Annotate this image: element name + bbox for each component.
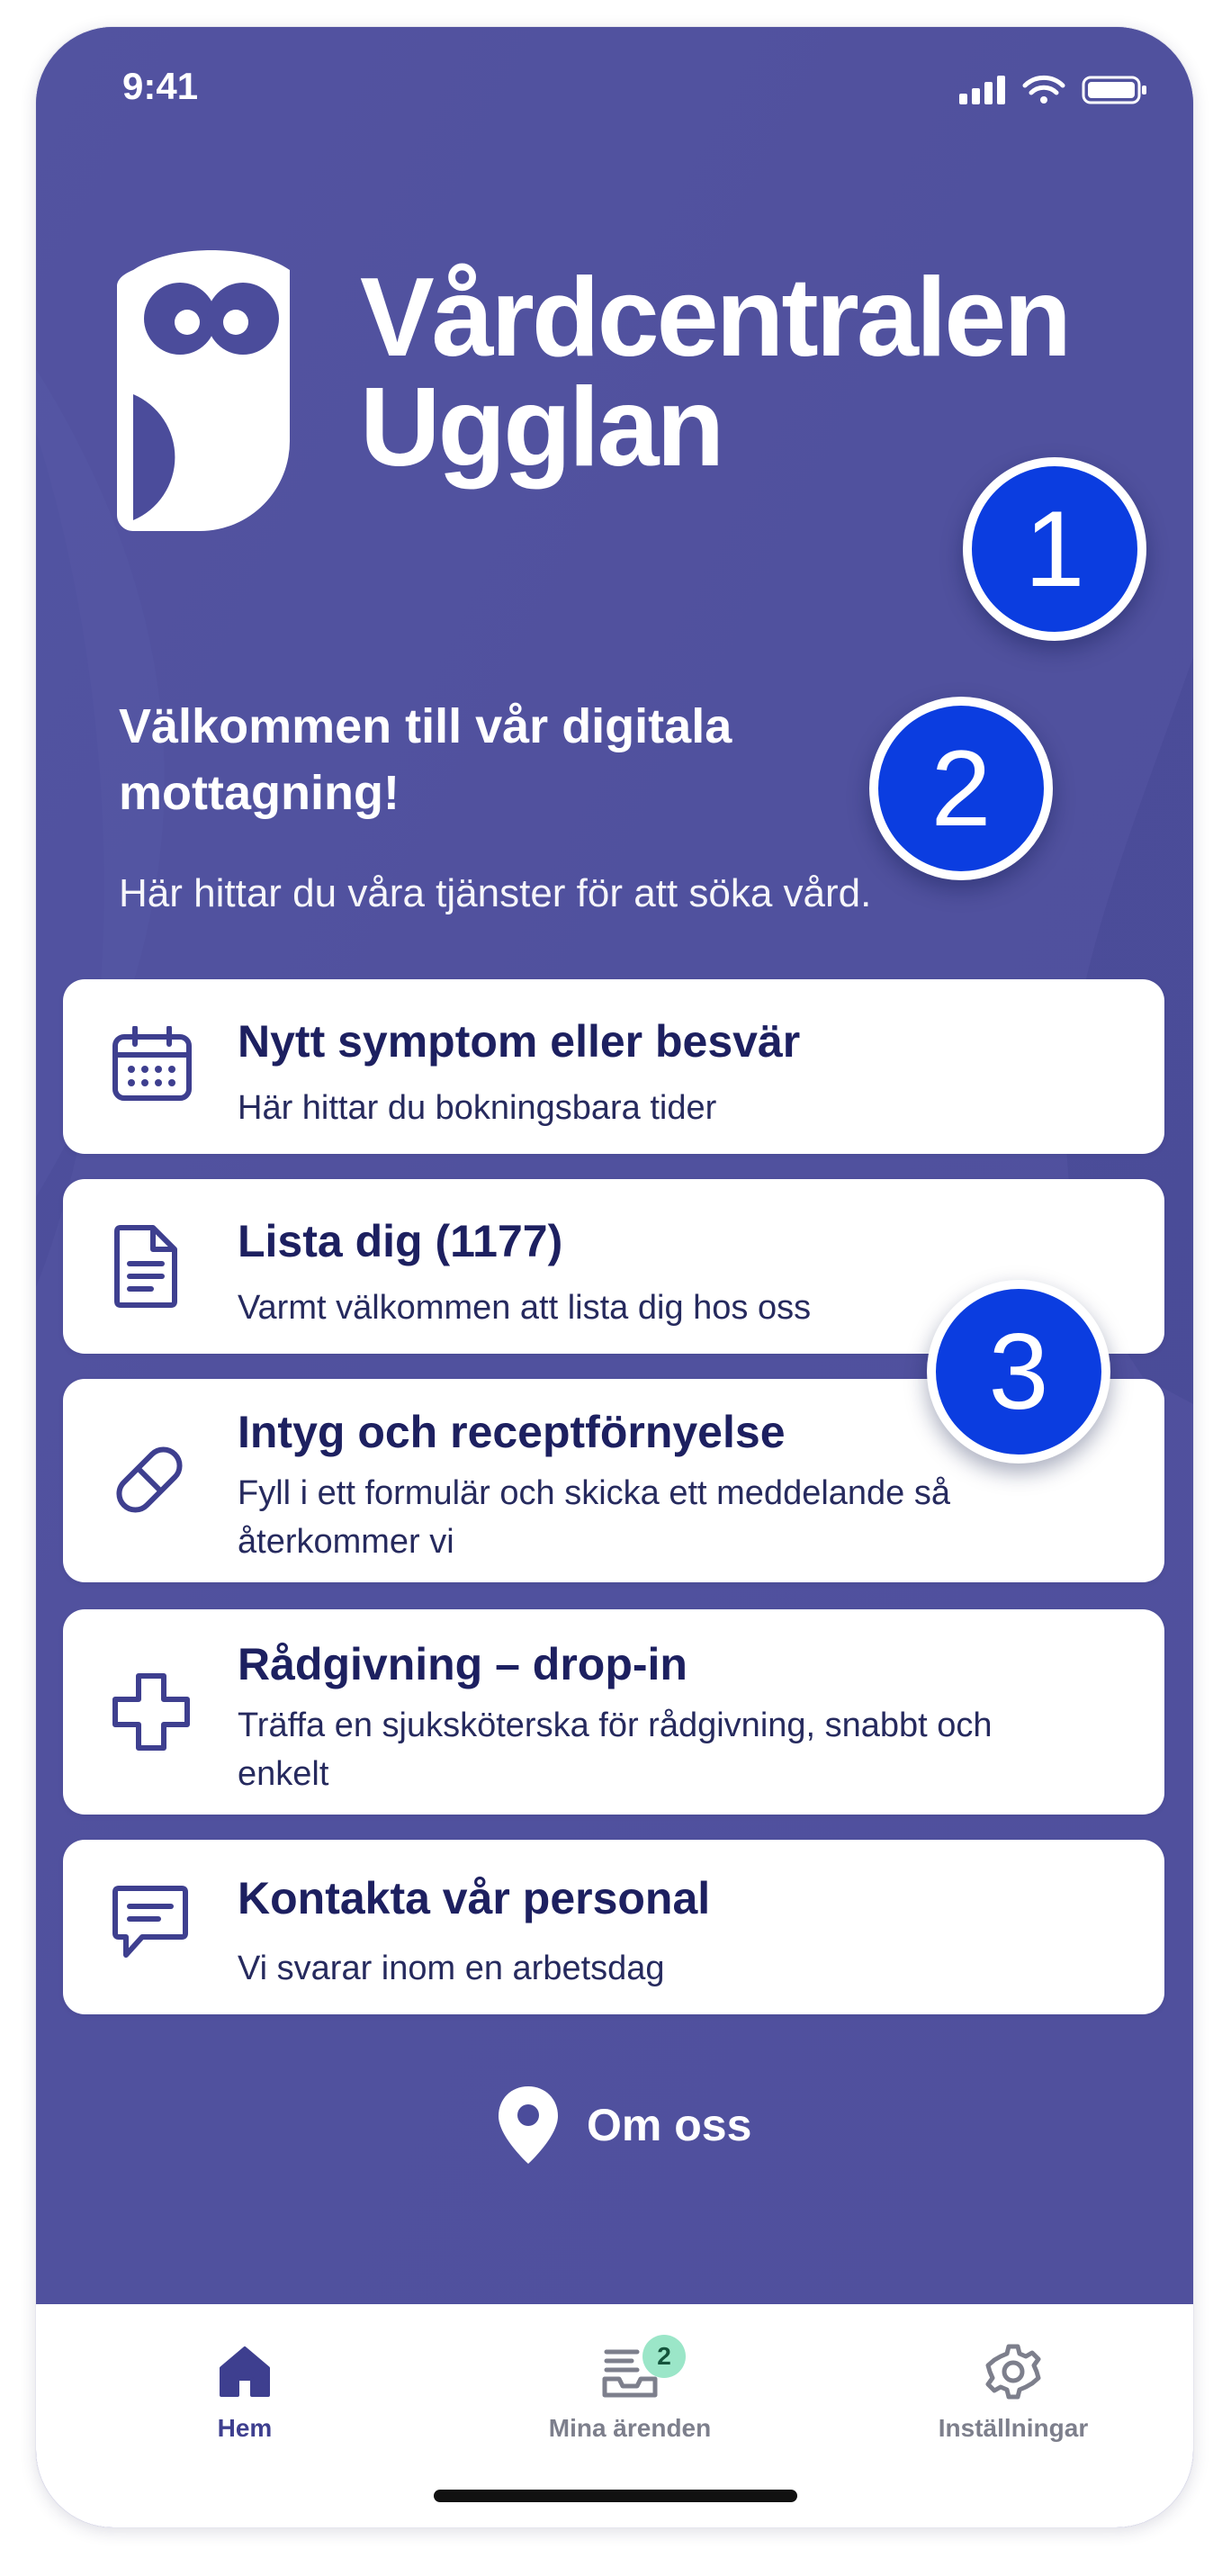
- card-title: Rådgivning – drop-in: [238, 1639, 687, 1689]
- gear-icon: [985, 2344, 1041, 2400]
- calendar-icon: [112, 1026, 192, 1101]
- service-card-symptom[interactable]: Nytt symptom eller besvär Här hittar du …: [63, 979, 1164, 1154]
- card-description: Träffa en sjuksköterska för rådgivning, …: [238, 1707, 993, 1793]
- tab-my-cases[interactable]: 2 Mina ärenden: [495, 2335, 765, 2443]
- signal-icon: [959, 76, 1005, 104]
- document-icon: [114, 1225, 177, 1308]
- tab-label: Mina ärenden: [548, 2414, 712, 2442]
- owl-logo: [117, 250, 291, 531]
- notification-badge: 2: [642, 2335, 686, 2378]
- annotation-marker-3: 3: [927, 1280, 1110, 1464]
- service-card-radgivning[interactable]: Rådgivning – drop-in Träffa en sjuksköte…: [63, 1609, 1164, 1815]
- card-title: Lista dig (1177): [238, 1216, 563, 1266]
- about-link[interactable]: Om oss: [499, 2085, 751, 2166]
- card-title: Kontakta vår personal: [238, 1873, 711, 1923]
- pill-icon: [116, 1446, 183, 1513]
- brand-line-2: Ugglan: [360, 365, 724, 490]
- tab-label: Hem: [217, 2414, 273, 2442]
- chat-icon: [112, 1886, 188, 1958]
- welcome-subtitle: Här hittar du våra tjänster för att söka…: [119, 871, 872, 915]
- annotation-marker-1: 1: [963, 457, 1146, 641]
- tab-label: Inställningar: [938, 2414, 1089, 2442]
- brand-name: Vårdcentralen Ugglan: [360, 256, 1072, 490]
- service-card-kontakt[interactable]: Kontakta vår personal Vi svarar inom en …: [63, 1840, 1164, 2014]
- card-description: Här hittar du bokningsbara tider: [238, 1089, 717, 1127]
- card-title: Nytt symptom eller besvär: [238, 1016, 801, 1067]
- status-icons: [959, 72, 1157, 113]
- battery-icon: [1082, 76, 1146, 104]
- card-description: Varmt välkommen att lista dig hos oss: [238, 1289, 812, 1327]
- wifi-icon: [1022, 75, 1065, 104]
- home-icon: [220, 2346, 270, 2397]
- status-time: 9:41: [122, 65, 199, 107]
- tab-settings[interactable]: Inställningar: [878, 2340, 1148, 2443]
- card-description: Vi svarar inom en arbetsdag: [238, 1950, 665, 1987]
- annotation-marker-2: 2: [869, 697, 1053, 880]
- home-indicator: [434, 2490, 797, 2502]
- phone-screen: 9:41 Vårdcentralen Ugglan 1 Välkommen ti…: [36, 27, 1193, 2527]
- card-description: Fyll i ett formulär och skicka ett medde…: [238, 1474, 951, 1561]
- plus-icon: [112, 1673, 190, 1751]
- brand-line-1: Vårdcentralen: [360, 256, 1072, 380]
- tab-home[interactable]: Hem: [110, 2340, 380, 2443]
- status-bar: 9:41: [36, 27, 1193, 144]
- card-title: Intyg och receptförnyelse: [238, 1407, 786, 1457]
- location-pin-icon: [499, 2086, 558, 2164]
- about-label: Om oss: [587, 2100, 752, 2150]
- welcome-title: Välkommen till vår digitala mottagning!: [119, 699, 732, 820]
